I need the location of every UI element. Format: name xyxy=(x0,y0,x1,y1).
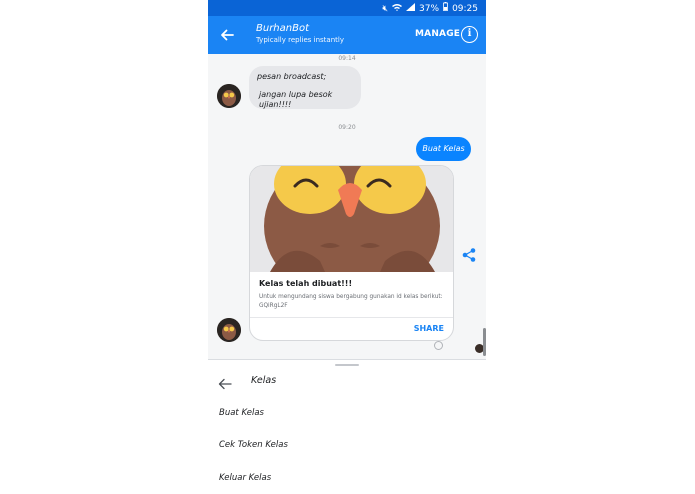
share-icon[interactable] xyxy=(461,247,477,263)
signal-icon xyxy=(406,2,416,15)
manage-button[interactable]: MANAGE xyxy=(415,29,460,39)
card-owl-image xyxy=(250,166,453,272)
share-button[interactable]: SHARE xyxy=(414,324,444,333)
battery-icon xyxy=(443,2,448,15)
drag-handle[interactable] xyxy=(335,364,359,366)
menu-item-keluar-kelas[interactable]: Keluar Kelas xyxy=(219,473,271,483)
card-description: Untuk mengundang siswa bergabung gunakan… xyxy=(259,294,443,309)
persistent-menu: Kelas Buat Kelas Cek Token Kelas Keluar … xyxy=(208,359,486,494)
menu-item-cek-token-kelas[interactable]: Cek Token Kelas xyxy=(219,440,288,450)
menu-item-buat-kelas[interactable]: Buat Kelas xyxy=(219,408,264,418)
wifi-icon xyxy=(392,3,403,15)
mute-icon: 🔇︎ xyxy=(382,3,389,14)
message-line: pesan broadcast; xyxy=(257,72,327,81)
card-divider xyxy=(250,317,453,318)
messenger-screen: 🔇︎ 37% 09:25 BurhanBot Typically replies… xyxy=(208,0,486,494)
status-bar: 🔇︎ 37% 09:25 xyxy=(208,0,486,16)
clock-time: 09:25 xyxy=(452,3,478,14)
menu-back-arrow-icon[interactable] xyxy=(218,375,232,390)
message-line: jangan lupa besok ujian!!!! xyxy=(259,90,333,109)
timestamp: 09:14 xyxy=(338,55,356,62)
menu-title: Kelas xyxy=(251,375,277,386)
add-reaction-icon[interactable] xyxy=(434,341,443,350)
timestamp: 09:20 xyxy=(338,124,356,131)
card-title: Kelas telah dibuat!!! xyxy=(259,279,353,288)
outgoing-message-bubble[interactable]: Buat Kelas xyxy=(416,137,471,161)
class-created-card[interactable]: Kelas telah dibuat!!! Untuk mengundang s… xyxy=(249,165,454,341)
conversation-header: BurhanBot Typically replies instantly MA… xyxy=(208,16,486,54)
back-arrow-icon[interactable] xyxy=(218,26,236,44)
battery-percent: 37% xyxy=(419,3,440,14)
bot-avatar[interactable] xyxy=(217,318,241,342)
info-icon[interactable]: i xyxy=(461,26,478,43)
conversation-title: BurhanBot xyxy=(256,23,310,34)
conversation-subtitle: Typically replies instantly xyxy=(256,36,344,44)
conversation-title-block[interactable]: BurhanBot Typically replies instantly xyxy=(256,23,344,45)
incoming-message-bubble[interactable]: pesan broadcast; jangan lupa besok ujian… xyxy=(249,66,361,109)
bot-avatar[interactable] xyxy=(217,84,241,108)
scrollbar[interactable] xyxy=(483,328,486,356)
